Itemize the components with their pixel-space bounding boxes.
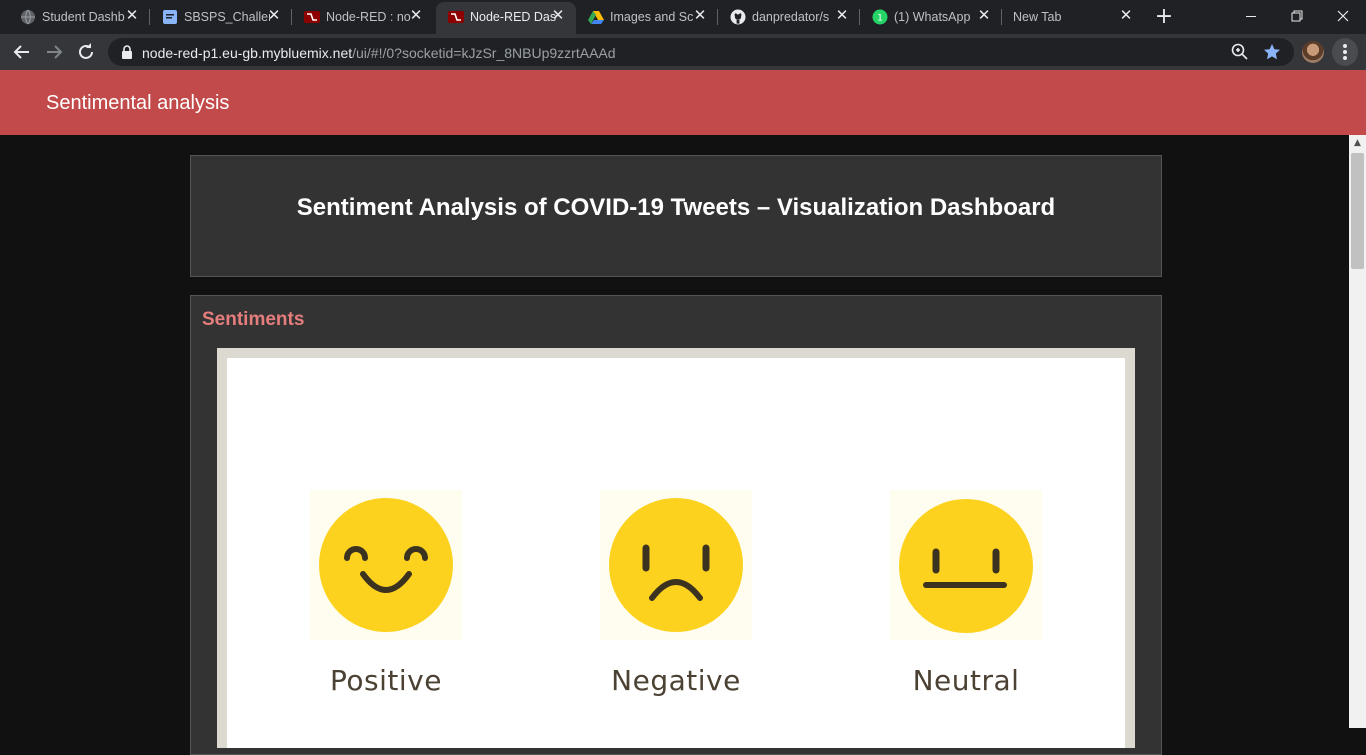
new-tab-button[interactable]: + — [1152, 6, 1176, 28]
scrollbar-thumb[interactable] — [1351, 153, 1364, 269]
tab-new-tab[interactable]: New Tab ✕ — [1002, 0, 1144, 34]
tab-sbsps-challenge[interactable]: SBSPS_Challen ✕ — [150, 0, 292, 34]
sentiment-image-frame: Positive Negative Neutral — [217, 348, 1135, 748]
url-path: /ui/#!/0?socketid=kJzSr_8NBUp9zzrtAAAd — [352, 45, 616, 61]
close-icon[interactable]: ✕ — [408, 8, 424, 24]
restore-icon — [1291, 10, 1303, 22]
tab-title: Node-RED : no — [326, 10, 411, 24]
browser-tab-strip: Student Dashb ✕ SBSPS_Challen ✕ Node-RED… — [0, 0, 1366, 34]
close-icon[interactable]: ✕ — [550, 8, 566, 24]
sentiment-image: Positive Negative Neutral — [227, 358, 1125, 748]
tab-title: New Tab — [1013, 10, 1062, 24]
neutral-face-box — [890, 490, 1042, 640]
title-card: Sentiment Analysis of COVID-19 Tweets – … — [190, 155, 1162, 277]
browser-menu-button[interactable] — [1332, 38, 1358, 66]
neutral-face-icon — [899, 499, 1033, 633]
reload-icon[interactable] — [74, 40, 98, 64]
url-text[interactable]: node-red-p1.eu-gb.mybluemix.net/ui/#!/0?… — [142, 45, 616, 61]
minimize-icon — [1246, 16, 1256, 17]
close-icon[interactable]: ✕ — [834, 8, 850, 24]
url-host: node-red-p1.eu-gb.mybluemix.net — [142, 45, 353, 61]
sentiment-label-neutral: Neutral — [912, 664, 1020, 697]
page-title: Sentimental analysis — [46, 92, 230, 114]
doc-icon — [163, 10, 177, 24]
tab-title: Images and Sc — [610, 10, 694, 24]
forward-arrow-icon[interactable] — [42, 40, 66, 64]
tab-images-and-screenshots[interactable]: Images and Sc ✕ — [576, 0, 718, 34]
dashboard-header: Sentimental analysis — [0, 70, 1366, 135]
tab-title: SBSPS_Challen — [184, 10, 270, 24]
back-arrow-icon[interactable] — [10, 40, 34, 64]
tab-whatsapp[interactable]: 1 (1) WhatsApp ✕ — [860, 0, 1002, 34]
close-icon[interactable]: ✕ — [692, 8, 708, 24]
positive-face-box — [310, 490, 462, 640]
tab-node-red-dashboard[interactable]: Node-RED Das ✕ — [436, 2, 576, 34]
lock-icon[interactable] — [120, 45, 134, 59]
google-drive-icon — [588, 11, 604, 24]
tab-student-dashboard[interactable]: Student Dashb ✕ — [8, 0, 150, 34]
tab-title: Node-RED Das — [470, 10, 556, 24]
tab-node-red-editor[interactable]: Node-RED : no ✕ — [292, 0, 434, 34]
dashboard-main-title: Sentiment Analysis of COVID-19 Tweets – … — [296, 194, 1056, 221]
smiling-face-icon — [319, 498, 453, 632]
restore-button[interactable] — [1274, 4, 1320, 28]
whatsapp-icon: 1 — [872, 9, 888, 25]
frowning-face-icon — [609, 498, 743, 632]
node-red-icon — [448, 11, 464, 23]
globe-icon — [21, 9, 35, 25]
address-bar[interactable]: node-red-p1.eu-gb.mybluemix.net/ui/#!/0?… — [108, 38, 1294, 66]
close-icon[interactable]: ✕ — [266, 8, 282, 24]
node-red-icon — [304, 11, 320, 23]
group-label: Sentiments — [202, 309, 305, 330]
close-icon[interactable]: ✕ — [124, 8, 140, 24]
profile-avatar[interactable] — [1302, 41, 1324, 63]
sentiment-label-negative: Negative — [611, 664, 741, 697]
sentiment-label-positive: Positive — [330, 664, 442, 697]
bookmark-star-icon[interactable] — [1262, 42, 1282, 62]
close-icon[interactable]: ✕ — [1118, 8, 1134, 24]
sentiments-group: Sentiments Positive Negative Neutral — [190, 295, 1162, 755]
tab-github[interactable]: danpredator/s ✕ — [718, 0, 860, 34]
tab-title: danpredator/s — [752, 10, 830, 24]
scroll-up-arrow-icon[interactable]: ▲ — [1349, 135, 1366, 151]
browser-toolbar: node-red-p1.eu-gb.mybluemix.net/ui/#!/0?… — [0, 34, 1366, 70]
close-icon[interactable]: ✕ — [976, 8, 992, 24]
page-scrollbar[interactable]: ▲ — [1349, 135, 1366, 728]
dashboard-content: Sentiment Analysis of COVID-19 Tweets – … — [0, 135, 1349, 755]
close-window-icon — [1337, 10, 1349, 22]
zoom-icon[interactable] — [1230, 42, 1250, 62]
svg-text:1: 1 — [877, 14, 883, 24]
negative-face-box — [600, 490, 752, 640]
minimize-button[interactable] — [1228, 4, 1274, 28]
github-icon — [730, 9, 746, 25]
tab-title: Student Dashb — [42, 10, 125, 24]
tab-title: (1) WhatsApp — [894, 10, 971, 24]
close-window-button[interactable] — [1320, 4, 1366, 28]
